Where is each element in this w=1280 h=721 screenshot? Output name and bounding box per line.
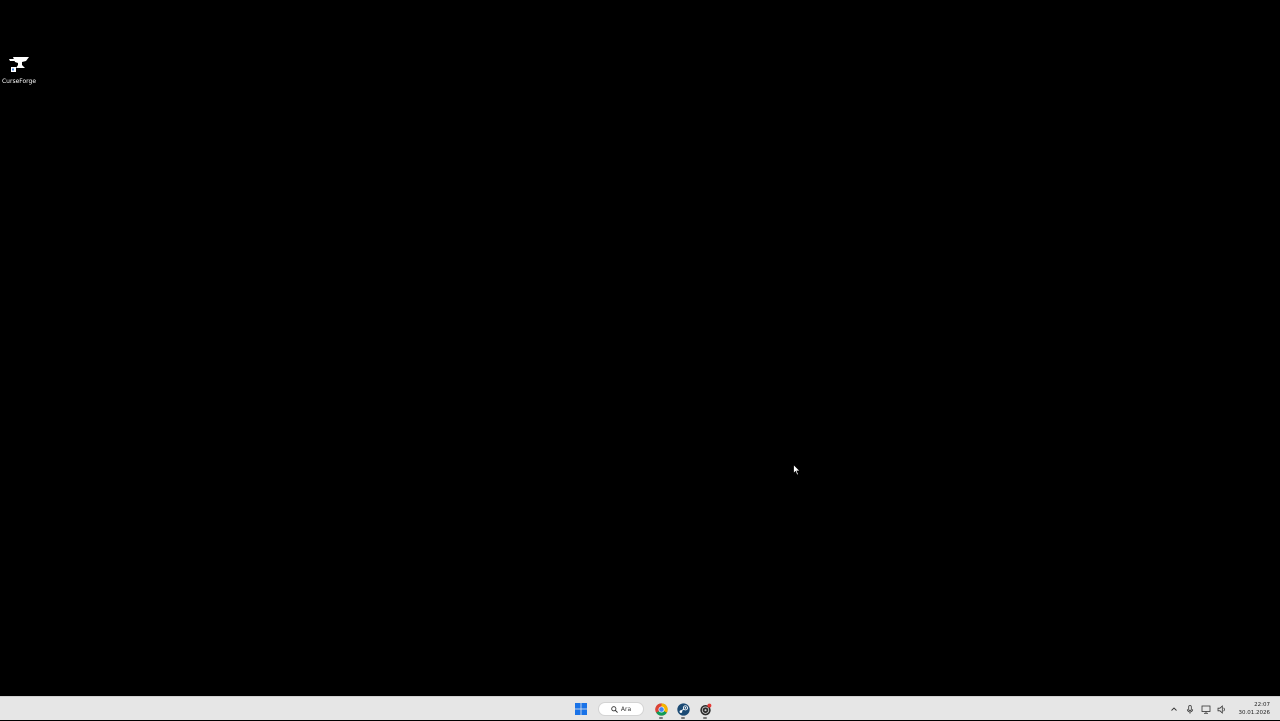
mouse-cursor-icon xyxy=(793,461,801,476)
running-indicator xyxy=(659,717,663,719)
search-icon xyxy=(611,705,618,713)
volume-button[interactable] xyxy=(1215,702,1229,716)
running-indicator xyxy=(703,717,707,719)
chrome-icon xyxy=(654,702,668,716)
windows-start-icon xyxy=(575,703,587,715)
taskbar-app-chrome[interactable] xyxy=(651,699,671,719)
show-hidden-icons-button[interactable] xyxy=(1167,702,1181,716)
taskbar: Ara 22:07 30.01.2026 xyxy=(0,696,1280,720)
steam-icon xyxy=(676,702,690,716)
start-button[interactable] xyxy=(571,699,591,719)
desktop[interactable]: CurseForge xyxy=(0,0,1280,696)
curseforge-anvil-icon xyxy=(5,52,33,76)
system-tray: 22:07 30.01.2026 xyxy=(1165,697,1271,721)
desktop-shortcut-curseforge[interactable]: CurseForge xyxy=(2,52,36,88)
desktop-shortcut-label: CurseForge xyxy=(1,78,37,85)
chevron-up-icon xyxy=(1170,707,1177,711)
running-indicator xyxy=(681,717,685,719)
taskbar-app-steam[interactable] xyxy=(673,699,693,719)
search-label: Ara xyxy=(620,705,632,713)
taskbar-search-box[interactable]: Ara xyxy=(598,702,644,716)
taskbar-clock[interactable]: 22:07 30.01.2026 xyxy=(1239,701,1271,717)
clock-time: 22:07 xyxy=(1254,702,1270,708)
microphone-icon xyxy=(1186,704,1193,714)
network-icon xyxy=(1201,705,1210,714)
network-button[interactable] xyxy=(1199,702,1213,716)
taskbar-app-pinned[interactable] xyxy=(695,699,715,719)
clock-date: 30.01.2026 xyxy=(1238,710,1271,716)
taskbar-center: Ara xyxy=(570,697,716,721)
speaker-icon xyxy=(1217,704,1225,714)
microphone-button[interactable] xyxy=(1183,702,1197,716)
app-icon xyxy=(699,703,711,715)
